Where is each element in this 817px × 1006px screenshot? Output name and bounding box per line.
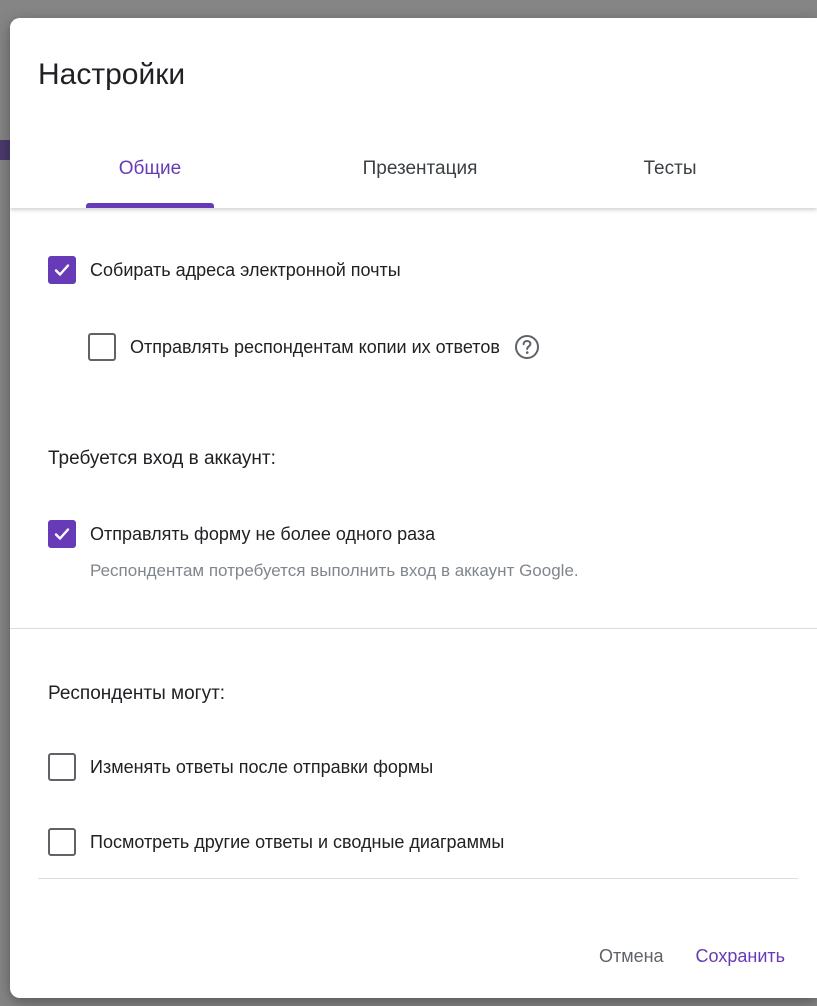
send-copies-label: Отправлять респондентам копии их ответов	[130, 336, 500, 357]
see-summary-checkbox[interactable]	[48, 828, 76, 856]
tab-general[interactable]: Общие	[86, 158, 214, 180]
dialog-actions: Отмена Сохранить	[599, 946, 785, 967]
tab-tests[interactable]: Тесты	[620, 158, 720, 180]
general-settings-panel: Собирать адреса электронной почты Отправ…	[10, 208, 817, 998]
help-circle-icon[interactable]	[514, 334, 540, 360]
respondents-can-heading: Респонденты могут:	[48, 683, 226, 704]
active-tab-indicator	[86, 203, 214, 208]
send-copies-row[interactable]: Отправлять респондентам копии их ответов	[88, 333, 540, 361]
edit-after-submit-checkbox[interactable]	[48, 753, 76, 781]
send-copies-checkbox[interactable]	[88, 333, 116, 361]
limit-one-response-note: Респондентам потребуется выполнить вход …	[90, 561, 579, 580]
collect-emails-label: Собирать адреса электронной почты	[90, 259, 401, 280]
footer-divider	[38, 878, 798, 879]
check-icon	[54, 264, 70, 276]
settings-tabs: Общие Презентация Тесты	[10, 148, 817, 208]
check-icon	[54, 528, 70, 540]
limit-one-response-row[interactable]: Отправлять форму не более одного раза	[48, 520, 435, 548]
edit-after-submit-label: Изменять ответы после отправки формы	[90, 756, 434, 777]
dialog-title: Настройки	[38, 58, 186, 91]
collect-emails-checkbox[interactable]	[48, 256, 76, 284]
cancel-button[interactable]: Отмена	[599, 946, 664, 967]
see-summary-label: Посмотреть другие ответы и сводные диагр…	[90, 831, 505, 852]
login-required-heading: Требуется вход в аккаунт:	[48, 448, 276, 469]
limit-one-response-label: Отправлять форму не более одного раза	[90, 523, 436, 544]
limit-one-response-checkbox[interactable]	[48, 520, 76, 548]
collect-emails-row[interactable]: Собирать адреса электронной почты	[48, 256, 401, 284]
settings-dialog: Настройки Общие Презентация Тесты Собира…	[10, 18, 817, 998]
save-button[interactable]: Сохранить	[696, 946, 785, 967]
see-summary-row[interactable]: Посмотреть другие ответы и сводные диагр…	[48, 828, 504, 856]
dialog-header: Настройки Общие Презентация Тесты	[10, 18, 817, 208]
tab-presentation[interactable]: Презентация	[340, 158, 500, 180]
section-divider	[10, 628, 817, 629]
edit-after-submit-row[interactable]: Изменять ответы после отправки формы	[48, 753, 433, 781]
